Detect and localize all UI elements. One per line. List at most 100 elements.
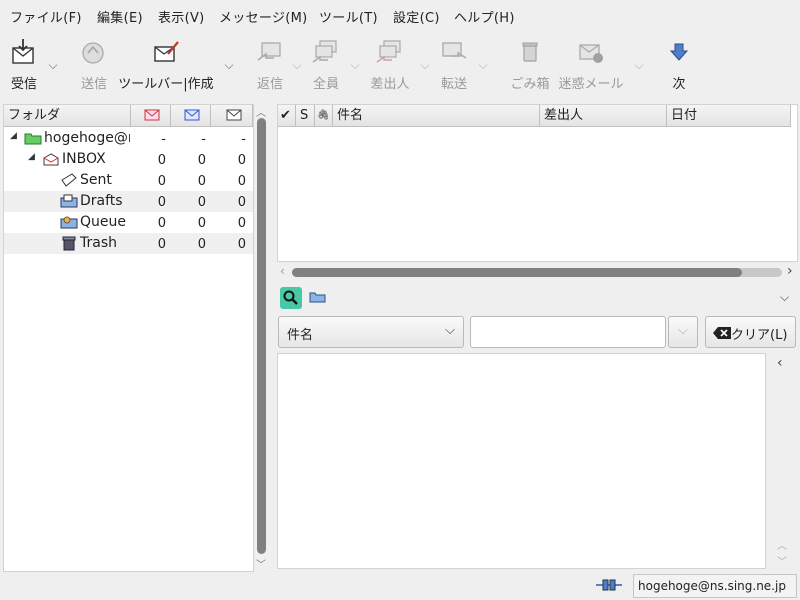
scroll-down-icon[interactable]: ﹀ bbox=[256, 556, 266, 571]
expand-chevron-icon[interactable]: ⌵ bbox=[780, 290, 789, 305]
unread-count: - bbox=[201, 132, 206, 147]
unread-mail-icon bbox=[184, 109, 200, 121]
unread-count: 0 bbox=[197, 174, 206, 189]
reply-all-icon bbox=[312, 40, 337, 63]
folder-row-trash[interactable]: Trash 0 0 0 bbox=[4, 233, 253, 254]
total-count: 0 bbox=[237, 216, 246, 231]
folder-row-queue[interactable]: Queue 0 0 0 bbox=[4, 212, 253, 233]
message-preview[interactable] bbox=[277, 353, 766, 569]
account-status: hogehoge@ns.sing.ne.jp bbox=[633, 574, 797, 598]
new-count: 0 bbox=[157, 237, 166, 252]
column-subject[interactable]: 件名 bbox=[333, 105, 540, 127]
compose-mail-icon bbox=[154, 41, 179, 62]
folder-scrollbar-thumb[interactable] bbox=[257, 118, 266, 554]
next-button[interactable]: 次 bbox=[662, 32, 696, 94]
new-count: 0 bbox=[157, 195, 166, 210]
drafts-folder-icon bbox=[60, 194, 78, 208]
search-icon bbox=[283, 290, 298, 305]
menu-tools[interactable]: ツール(T) bbox=[319, 7, 378, 26]
folder-name: Queue bbox=[80, 214, 126, 230]
unread-count: 0 bbox=[197, 216, 206, 231]
scroll-down-icon[interactable]: ﹀ bbox=[777, 553, 787, 568]
compose-menu-chevron-icon[interactable]: ⌵ bbox=[222, 59, 236, 71]
scroll-up-icon[interactable]: ︿ bbox=[256, 104, 266, 119]
arrow-down-icon bbox=[669, 43, 689, 61]
forward-menu-chevron-icon[interactable]: ⌵ bbox=[476, 59, 490, 71]
quick-search-toggle[interactable] bbox=[280, 287, 302, 309]
column-mark[interactable]: ✔ bbox=[278, 105, 296, 127]
unread-column-header[interactable] bbox=[171, 105, 211, 127]
reply-button[interactable]: 返信 bbox=[252, 32, 288, 94]
reply-sender-menu-chevron-icon[interactable]: ⌵ bbox=[418, 59, 432, 71]
menu-message[interactable]: メッセージ(M) bbox=[219, 7, 308, 26]
collapse-chevron-icon[interactable]: ‹ bbox=[777, 355, 783, 371]
clear-label: クリア(L) bbox=[731, 328, 788, 343]
receive-menu-chevron-icon[interactable]: ⌵ bbox=[46, 59, 60, 71]
receive-button[interactable]: 受信 bbox=[4, 32, 44, 94]
scroll-right-icon[interactable]: › bbox=[787, 263, 793, 279]
folder-search-icon[interactable] bbox=[309, 289, 327, 305]
folder-name: Drafts bbox=[80, 193, 123, 209]
forward-button[interactable]: 転送 bbox=[436, 32, 472, 94]
column-attachment[interactable]: 🖇 bbox=[315, 105, 333, 127]
search-field-value: 件名 bbox=[287, 328, 314, 343]
menu-view[interactable]: 表示(V) bbox=[158, 7, 205, 26]
trash-button[interactable]: ごみ箱 bbox=[508, 32, 552, 94]
reply-sender-icon bbox=[376, 40, 401, 63]
folder-name: Trash bbox=[80, 235, 117, 251]
folder-row-inbox[interactable]: ◢ INBOX 0 0 0 bbox=[4, 149, 253, 170]
folder-tree: フォルダ ◢ hogehoge@ns.sing.ne.jp - - - ◢ IN… bbox=[3, 104, 254, 572]
send-button[interactable]: 送信 bbox=[74, 32, 114, 94]
queue-folder-icon bbox=[60, 216, 78, 229]
folder-row-account[interactable]: ◢ hogehoge@ns.sing.ne.jp - - - bbox=[4, 128, 253, 149]
total-count: 0 bbox=[237, 195, 246, 210]
next-label: 次 bbox=[672, 77, 686, 92]
compose-button[interactable]: ツールバー|作成 bbox=[116, 32, 216, 94]
message-list-hscroll-thumb[interactable] bbox=[292, 268, 742, 277]
message-list[interactable]: ✔ S 🖇 件名 差出人 日付 bbox=[277, 104, 798, 262]
reply-menu-chevron-icon[interactable]: ⌵ bbox=[290, 59, 304, 71]
new-column-header[interactable] bbox=[131, 105, 171, 127]
expander-icon[interactable]: ◢ bbox=[28, 152, 35, 162]
online-status-icon[interactable] bbox=[594, 577, 624, 593]
clear-button[interactable]: クリア(L) bbox=[705, 316, 796, 348]
folder-row-sent[interactable]: Sent 0 0 0 bbox=[4, 170, 253, 191]
backspace-icon bbox=[713, 327, 731, 339]
column-date[interactable]: 日付 bbox=[667, 105, 791, 127]
new-mail-icon bbox=[144, 109, 160, 121]
menubar: ファイル(F) 編集(E) 表示(V) メッセージ(M) ツール(T) 設定(C… bbox=[0, 0, 800, 30]
search-field-select[interactable]: 件名 ⌵ bbox=[278, 316, 464, 348]
total-column-header[interactable] bbox=[211, 105, 253, 127]
junk-button[interactable]: 迷惑メール bbox=[558, 32, 624, 94]
receive-label: 受信 bbox=[10, 77, 37, 92]
inbox-icon bbox=[43, 153, 59, 166]
folder-column-header[interactable]: フォルダ bbox=[4, 105, 131, 127]
reply-all-button[interactable]: 全員 bbox=[308, 32, 344, 94]
unread-count: 0 bbox=[197, 237, 206, 252]
scroll-up-icon[interactable]: ︿ bbox=[777, 537, 787, 552]
folder-row-drafts[interactable]: Drafts 0 0 0 bbox=[4, 191, 253, 212]
column-status[interactable]: S bbox=[296, 105, 315, 127]
reply-all-menu-chevron-icon[interactable]: ⌵ bbox=[348, 59, 362, 71]
unread-count: 0 bbox=[197, 153, 206, 168]
toolbar: 受信 ⌵ 送信 ツールバー|作成 ⌵ 返信 ⌵ 全員 ⌵ 差出人 ⌵ 転送 ⌵ … bbox=[0, 32, 800, 98]
send-mail-icon bbox=[82, 42, 104, 64]
receive-mail-icon bbox=[12, 39, 34, 64]
junk-label: 迷惑メール bbox=[558, 77, 624, 92]
menu-settings[interactable]: 設定(C) bbox=[393, 7, 440, 26]
menu-edit[interactable]: 編集(E) bbox=[97, 7, 143, 26]
new-count: - bbox=[161, 132, 166, 147]
junk-menu-chevron-icon[interactable]: ⌵ bbox=[632, 59, 646, 71]
menu-help[interactable]: ヘルプ(H) bbox=[454, 7, 515, 26]
reply-sender-label: 差出人 bbox=[370, 77, 410, 92]
expander-icon[interactable]: ◢ bbox=[10, 131, 17, 141]
compose-label: ツールバー|作成 bbox=[118, 77, 214, 92]
column-from[interactable]: 差出人 bbox=[540, 105, 667, 127]
menu-file[interactable]: ファイル(F) bbox=[10, 7, 82, 26]
search-input[interactable] bbox=[470, 316, 666, 348]
reply-label: 返信 bbox=[256, 77, 283, 92]
search-history-button[interactable]: ⌵ bbox=[668, 316, 698, 348]
reply-sender-button[interactable]: 差出人 bbox=[366, 32, 414, 94]
mail-icon bbox=[226, 109, 242, 121]
scroll-left-icon[interactable]: ‹ bbox=[280, 264, 285, 278]
